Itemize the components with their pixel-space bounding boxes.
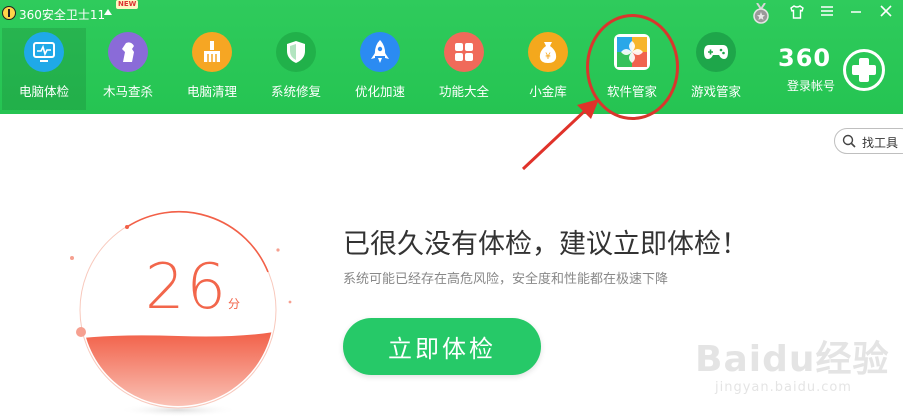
nav-item-game-manager[interactable]: 游戏管家	[674, 28, 758, 110]
broom-icon	[192, 32, 232, 72]
annotation-arrow	[521, 99, 599, 171]
new-badge: NEW	[116, 0, 139, 9]
search-icon	[842, 134, 856, 148]
app-title: 360安全卫士11	[19, 8, 106, 22]
monitor-icon	[24, 32, 64, 72]
logo-icon	[2, 6, 16, 20]
shield-icon	[276, 32, 316, 72]
app-window: 360安全卫士11 NEW 电脑体检 木马查杀 电脑清理 系统修复 优化加速 功…	[0, 0, 903, 418]
medal-icon[interactable]	[751, 3, 771, 25]
nav-item-checkup[interactable]: 电脑体检	[2, 28, 86, 110]
nav-item-cleanup[interactable]: 电脑清理	[170, 28, 254, 110]
page-subtext: 系统可能已经存在高危风险，安全度和性能都在极速下降	[343, 272, 669, 287]
login-label[interactable]: 登录帐号	[787, 77, 835, 94]
watermark: Baidu经验 jingyan.baidu.com	[695, 318, 895, 413]
score-unit: 分	[228, 297, 241, 311]
nav-label: 电脑清理	[186, 84, 237, 99]
nav-label: 游戏管家	[690, 84, 741, 99]
tool-search-button[interactable]: 找工具	[834, 128, 903, 154]
watermark-brand: Baidu经验	[695, 339, 890, 380]
menu-icon[interactable]	[817, 4, 837, 24]
nav-item-speedup[interactable]: 优化加速	[338, 28, 422, 110]
login-plus-button[interactable]	[843, 49, 885, 91]
close-icon[interactable]	[876, 4, 896, 24]
grid-icon	[444, 32, 484, 72]
minimize-icon[interactable]	[846, 4, 866, 24]
rocket-icon	[360, 32, 400, 72]
nav-label: 功能大全	[438, 84, 489, 99]
nav-label: 木马查杀	[102, 84, 153, 99]
page-headline: 已很久没有体检，建议立即体检！	[343, 229, 748, 260]
score-value: 26	[145, 250, 228, 323]
brand-360-logo: 360	[778, 44, 832, 72]
header: 360安全卫士11 NEW 电脑体检 木马查杀 电脑清理 系统修复 优化加速 功…	[0, 0, 903, 114]
nav-item-all-features[interactable]: 功能大全	[422, 28, 506, 110]
upgrade-icon[interactable]	[104, 9, 112, 15]
titlebar: 360安全卫士11 NEW	[0, 0, 903, 28]
check-now-button[interactable]: 立即体检	[343, 318, 541, 375]
nav-item-trojan[interactable]: 木马查杀	[86, 28, 170, 110]
nav-label: 系统修复	[270, 84, 321, 99]
tool-search-label: 找工具	[862, 136, 899, 150]
nav-label: 优化加速	[354, 84, 405, 99]
svg-text:¥: ¥	[545, 52, 551, 62]
watermark-url: jingyan.baidu.com	[715, 380, 852, 395]
gamepad-icon	[696, 32, 736, 72]
nav-label: 电脑体检	[18, 84, 69, 99]
moneybag-icon: ¥	[528, 32, 568, 72]
skin-icon[interactable]	[787, 4, 807, 24]
horse-icon	[108, 32, 148, 72]
nav-item-repair[interactable]: 系统修复	[254, 28, 338, 110]
